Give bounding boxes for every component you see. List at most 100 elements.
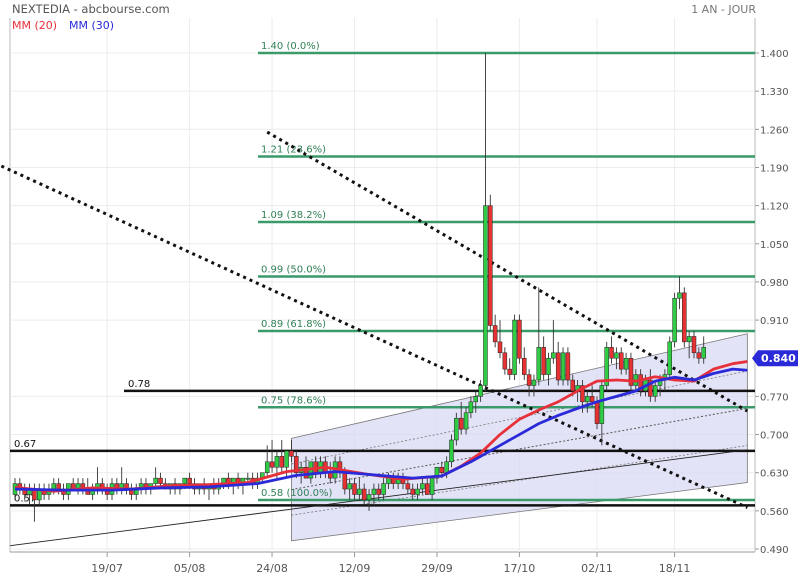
candle-body [585, 396, 590, 403]
candle-body [623, 357, 629, 370]
candle-body [444, 461, 449, 473]
candle-body [289, 450, 294, 457]
candle-body [546, 357, 551, 375]
candle-body [677, 292, 682, 299]
x-tick-label: 17/10 [504, 562, 536, 575]
candle-body [667, 341, 672, 375]
last-price-label: 0.840 [761, 352, 796, 365]
legend-mm20: MM (20) [12, 19, 57, 32]
x-tick-label: 18/11 [659, 562, 691, 575]
y-tick-label: 0.770 [760, 392, 789, 403]
candle-body [609, 347, 614, 359]
y-tick-label: 0.490 [760, 545, 789, 556]
y-tick-label: 1.120 [760, 202, 789, 213]
candle-body [492, 325, 498, 343]
candle-body [551, 352, 556, 359]
y-tick-label: 1.330 [760, 87, 789, 98]
candle-body [531, 379, 537, 386]
candle-body [619, 352, 624, 370]
candle-body [458, 417, 464, 430]
chart-title: NEXTEDIA - abcbourse.com [12, 2, 170, 16]
y-tick-label: 0.700 [760, 431, 789, 442]
candle-body [153, 477, 158, 484]
candle-body [483, 205, 488, 386]
candle-body [599, 385, 605, 424]
candle-body [187, 477, 192, 484]
candle-body [386, 477, 391, 484]
candle-body [691, 336, 697, 354]
y-tick-label: 1.260 [760, 125, 789, 136]
candle-body [371, 488, 377, 495]
candle-body [682, 292, 687, 343]
candle-body [594, 401, 600, 424]
candle-body [410, 488, 415, 495]
candle-body [652, 385, 658, 397]
candle-body [488, 205, 493, 326]
candle-body [570, 379, 575, 392]
x-tick-label: 24/08 [256, 562, 288, 575]
fibonacci-label: 0.89 (61.8%) [261, 319, 326, 330]
candle-body [158, 477, 163, 484]
candle-body [51, 483, 57, 490]
candle-body [357, 488, 362, 495]
candle-body [56, 483, 61, 490]
y-tick-label: 1.190 [760, 163, 789, 174]
candle-body [425, 483, 430, 495]
y-tick-label: 1.400 [760, 49, 789, 60]
x-tick-label: 12/09 [339, 562, 371, 575]
fibonacci-label: 0.58 (100.0%) [261, 488, 332, 499]
candle-body [614, 352, 619, 359]
candle-body [522, 357, 527, 375]
candle-body [381, 483, 386, 495]
candle-body [284, 450, 289, 468]
candle-body [560, 352, 566, 381]
candle-body [347, 483, 352, 490]
candle-body [468, 401, 474, 413]
candle-body [463, 412, 469, 430]
fibonacci-label: 0.99 (50.0%) [261, 264, 326, 275]
x-tick-label: 29/09 [421, 562, 453, 575]
fibonacci-label: 1.40 (0.0%) [261, 41, 320, 52]
x-tick-label: 05/08 [174, 562, 206, 575]
candle-body [478, 385, 483, 397]
x-axis: 19/07 05/08 24/08 12/09 29/09 17/10 02/11 18/11 [91, 552, 690, 575]
candle-body [449, 439, 454, 463]
candle-body [279, 456, 284, 468]
candle-body [497, 341, 503, 354]
y-tick-label: 0.630 [760, 469, 789, 480]
last-price-badge: 0.840 [752, 350, 798, 367]
fibonacci-label: 1.09 (38.2%) [261, 210, 326, 221]
level-label: 0.67 [14, 439, 36, 450]
candle-body [366, 494, 372, 501]
candle-body [245, 477, 251, 480]
candle-body [541, 347, 546, 375]
candle-body [672, 298, 677, 343]
chart-header: NEXTEDIA - abcbourse.com 1 AN - JOUR MM … [12, 2, 756, 32]
y-tick-label: 0.980 [760, 278, 789, 289]
x-tick-label: 19/07 [91, 562, 123, 575]
candle-body [439, 466, 445, 473]
y-tick-label: 1.050 [760, 240, 789, 251]
candle-body [589, 396, 595, 403]
candle-body [517, 319, 522, 359]
candle-body [507, 368, 512, 375]
y-axis: 1.400 1.330 1.260 1.190 1.120 1.050 0.980 0.910… [755, 49, 789, 556]
legend-mm30: MM (30) [69, 19, 114, 32]
candle-body [701, 347, 706, 359]
candle-body [454, 417, 459, 441]
candle-body [696, 352, 702, 359]
candle-body [555, 352, 561, 381]
x-tick-label: 02/11 [581, 562, 613, 575]
candle-body [405, 483, 411, 490]
candle-body [269, 461, 275, 468]
y-tick-label: 0.560 [760, 507, 789, 518]
candle-body [274, 456, 280, 468]
candle-body [502, 352, 508, 370]
candle-body [565, 352, 571, 381]
candle-body [182, 477, 187, 484]
candle-body [473, 396, 478, 403]
stock-chart: 1.40 (0.0%)1.21 (23.6%)1.09 (38.2%)0.99 … [0, 2, 798, 575]
y-tick-label: 0.910 [760, 316, 789, 327]
candle-body [342, 472, 348, 490]
candle-body [686, 336, 692, 343]
